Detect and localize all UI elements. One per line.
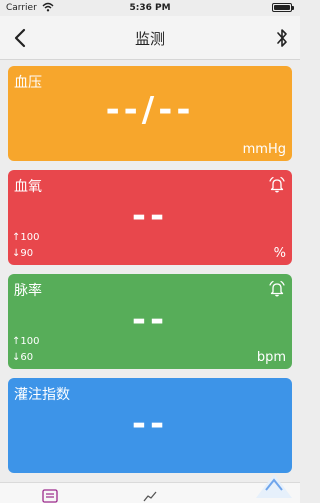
pulse-rate-low-limit: ↓60 — [12, 352, 34, 363]
alarm-bell-icon[interactable] — [268, 176, 286, 194]
pulse-rate-card[interactable]: 脉率 -- ↑100 ↓60 bpm — [8, 274, 292, 369]
spo2-low-limit: ↓90 — [12, 248, 34, 259]
perfusion-index-label: 灌注指数 — [14, 387, 70, 403]
pulse-rate-label: 脉率 — [14, 283, 42, 299]
page-title: 监测 — [134, 30, 165, 48]
status-bar: Carrier 5:36 PM — [0, 0, 300, 16]
perfusion-index-card[interactable]: 灌注指数 -- — [8, 378, 292, 473]
pulse-rate-unit: bpm — [256, 350, 286, 365]
navigation-bar: 监测 — [0, 16, 300, 60]
blood-pressure-value: --/-- — [105, 90, 195, 130]
battery-icon — [272, 3, 294, 12]
list-icon[interactable] — [42, 489, 58, 503]
watermark-logo-icon — [256, 474, 292, 498]
spo2-unit: % — [273, 246, 286, 261]
perfusion-index-value: -- — [131, 404, 169, 444]
spo2-high-limit: ↑100 — [12, 232, 40, 243]
spo2-label: 血氧 — [14, 179, 42, 195]
spo2-value: -- — [131, 196, 169, 236]
spo2-card[interactable]: 血氧 -- ↑100 ↓90 % — [8, 170, 292, 265]
pulse-rate-value: -- — [131, 300, 169, 340]
blood-pressure-label: 血压 — [14, 75, 42, 91]
pulse-rate-high-limit: ↑100 — [12, 336, 40, 347]
bluetooth-icon[interactable] — [274, 27, 290, 49]
alarm-bell-icon[interactable] — [268, 280, 286, 298]
trend-chart-icon[interactable] — [142, 489, 158, 503]
blood-pressure-card[interactable]: 血压 --/-- mmHg — [8, 66, 292, 161]
status-time: 5:36 PM — [129, 3, 171, 13]
blood-pressure-unit: mmHg — [242, 142, 286, 157]
